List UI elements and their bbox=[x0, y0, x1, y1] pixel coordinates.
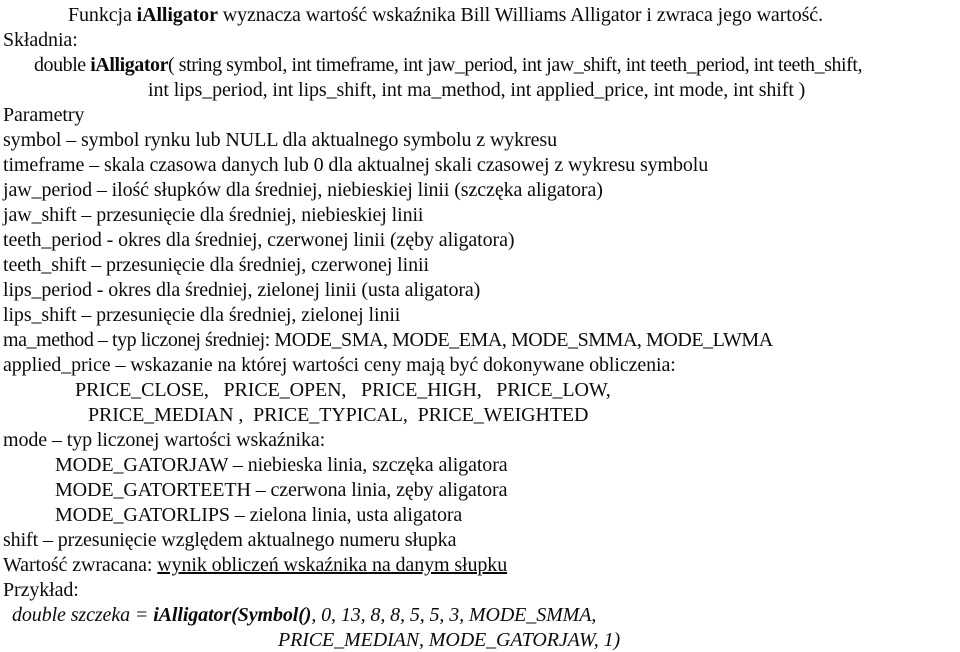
return-value-label: Wartość zwracana: bbox=[3, 554, 158, 576]
parameter-item-lips-period: lips_period - okres dla średniej, zielon… bbox=[3, 279, 481, 301]
mode-value-gatorteeth: MODE_GATORTEETH – czerwona linia, zęby a… bbox=[55, 479, 508, 501]
example-call-arguments: , 0, 13, 8, 8, 5, 5, 3, MODE_SMMA, bbox=[311, 604, 597, 626]
example-code-line-1: double szczeka = iAlligator(Symbol(), 0,… bbox=[0, 603, 960, 627]
applied-price-values-line-1: PRICE_CLOSE, PRICE_OPEN, PRICE_HIGH, PRI… bbox=[75, 379, 611, 401]
return-value-line: Wartość zwracana: wynik obliczeń wskaźni… bbox=[0, 553, 960, 577]
syntax-return-type: double bbox=[34, 54, 91, 76]
parameter-item-symbol: symbol – symbol rynku lub NULL dla aktua… bbox=[3, 129, 558, 151]
syntax-heading: Składnia: bbox=[3, 29, 78, 51]
example-code-line-2: PRICE_MEDIAN, MODE_GATORJAW, 1) bbox=[278, 629, 621, 651]
parameter-item-teeth-period: teeth_period - okres dla średniej, czerw… bbox=[3, 229, 515, 251]
mode-value-gatorjaw: MODE_GATORJAW – niebieska linia, szczęka… bbox=[55, 454, 508, 476]
mode-value-gatorlips: MODE_GATORLIPS – zielona linia, usta ali… bbox=[55, 504, 463, 526]
parameter-item-timeframe: timeframe – skala czasowa danych lub 0 d… bbox=[3, 154, 709, 176]
intro-after-name: wyznacza wartość wskaźnika Bill Williams… bbox=[217, 4, 823, 26]
parameters-heading: Parametry bbox=[3, 104, 85, 126]
syntax-signature-line-2: int lips_period, int lips_shift, int ma_… bbox=[148, 79, 806, 101]
parameter-item-ma-method: ma_method – typ liczonej średniej: MODE_… bbox=[3, 329, 773, 351]
syntax-function-name: iAlligator bbox=[90, 54, 169, 76]
parameter-item-mode: mode – typ liczonej wartości wskaźnika: bbox=[3, 429, 326, 451]
example-declaration: double szczeka = bbox=[12, 604, 154, 626]
intro-paragraph: Funkcja iAlligator wyznacza wartość wska… bbox=[0, 3, 960, 27]
parameter-item-shift: shift – przesunięcie względem aktualnego… bbox=[3, 529, 457, 551]
parameter-item-applied-price: applied_price – wskazanie na której wart… bbox=[3, 354, 676, 376]
intro-function-name: iAlligator bbox=[136, 4, 218, 26]
intro-before-name: Funkcja bbox=[68, 4, 137, 26]
syntax-parameter-list-1: ( string symbol, int timeframe, int jaw_… bbox=[168, 54, 863, 76]
example-heading: Przykład: bbox=[3, 579, 79, 601]
parameter-item-jaw-shift: jaw_shift – przesunięcie dla średniej, n… bbox=[3, 204, 424, 226]
applied-price-values-line-2: PRICE_MEDIAN , PRICE_TYPICAL, PRICE_WEIG… bbox=[88, 404, 589, 426]
document-page: Funkcja iAlligator wyznacza wartość wska… bbox=[0, 0, 960, 651]
parameter-item-lips-shift: lips_shift – przesunięcie dla średniej, … bbox=[3, 304, 401, 326]
parameter-item-jaw-period: jaw_period – ilość słupków dla średniej,… bbox=[3, 179, 603, 201]
example-function-call: iAlligator(Symbol() bbox=[153, 604, 312, 626]
parameter-item-teeth-shift: teeth_shift – przesunięcie dla średniej,… bbox=[3, 254, 429, 276]
syntax-signature-line-1: double iAlligator( string symbol, int ti… bbox=[0, 53, 960, 77]
return-value-text: wynik obliczeń wskaźnika na danym słupku bbox=[157, 554, 508, 576]
